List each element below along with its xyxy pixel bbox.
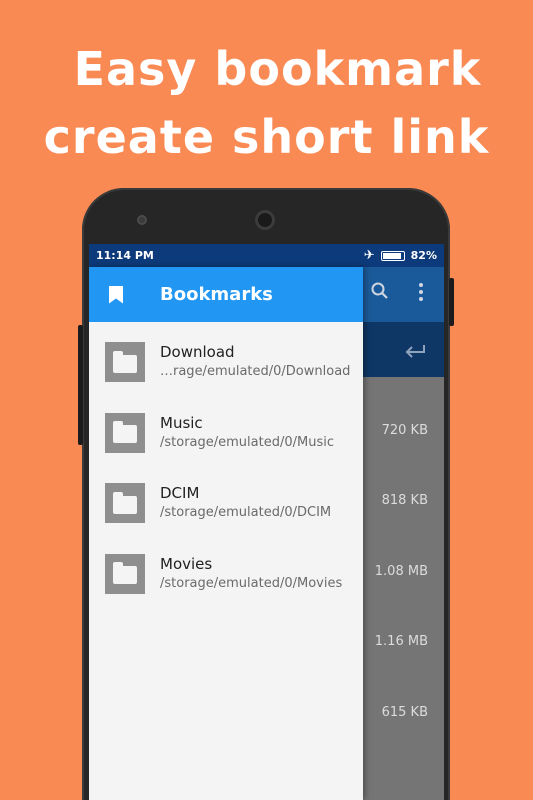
bookmark-item-music[interactable]: Music /storage/emulated/0/Music — [89, 412, 363, 484]
promo-headline-line1: Easy bookmark — [73, 42, 482, 96]
phone-power-button — [449, 278, 454, 326]
drawer-title: Bookmarks — [160, 284, 273, 305]
bookmark-name: DCIM — [160, 484, 200, 502]
bookmark-list: Download …rage/emulated/0/Download Music… — [89, 322, 363, 624]
bookmarks-drawer: Bookmarks Download …rage/emulated/0/Down… — [89, 267, 363, 800]
folder-icon — [105, 483, 145, 523]
bookmark-path: /storage/emulated/0/Movies — [160, 575, 343, 591]
bookmark-name: Music — [160, 413, 203, 432]
drawer-header: Bookmarks — [89, 267, 363, 322]
folder-icon — [105, 342, 145, 382]
back-arrow-icon[interactable] — [404, 340, 426, 364]
folder-icon — [105, 412, 145, 453]
bookmark-item-movies[interactable]: Movies /storage/emulated/0/Movies — [89, 553, 363, 625]
status-bar: 11:14 PM ✈ 82% — [89, 244, 444, 267]
phone-speaker — [255, 210, 275, 230]
bookmark-name: Movies — [160, 554, 213, 573]
bookmark-item-download[interactable]: Download …rage/emulated/0/Download — [89, 342, 363, 413]
status-time: 11:14 PM — [96, 249, 154, 262]
bookmark-path: /storage/emulated/0/DCIM — [160, 505, 332, 520]
bookmark-name: Download — [160, 343, 235, 361]
phone-camera — [137, 215, 147, 225]
more-vert-icon[interactable] — [418, 282, 424, 307]
file-size: 1.08 MB — [374, 564, 428, 579]
battery-percent: 82% — [410, 249, 437, 262]
phone-volume-button — [78, 325, 83, 445]
file-size: 615 KB — [381, 705, 428, 720]
phone-screen: 11:14 PM ✈ 82% 720 KB 818 KB 1.08 MB 1.1… — [89, 244, 444, 800]
promo-headline-line2: create short link — [43, 110, 490, 164]
file-size: 720 KB — [381, 423, 428, 438]
file-size: 818 KB — [381, 493, 428, 508]
search-icon[interactable] — [370, 281, 390, 306]
bookmark-path: /storage/emulated/0/Music — [160, 434, 334, 450]
folder-icon — [105, 553, 145, 594]
battery-icon — [380, 250, 405, 261]
bookmark-item-dcim[interactable]: DCIM /storage/emulated/0/DCIM — [89, 483, 363, 554]
airplane-icon: ✈ — [363, 248, 375, 263]
file-size: 1.16 MB — [374, 634, 428, 649]
bookmark-icon — [109, 285, 123, 304]
bookmark-path: …rage/emulated/0/Download — [160, 364, 351, 379]
